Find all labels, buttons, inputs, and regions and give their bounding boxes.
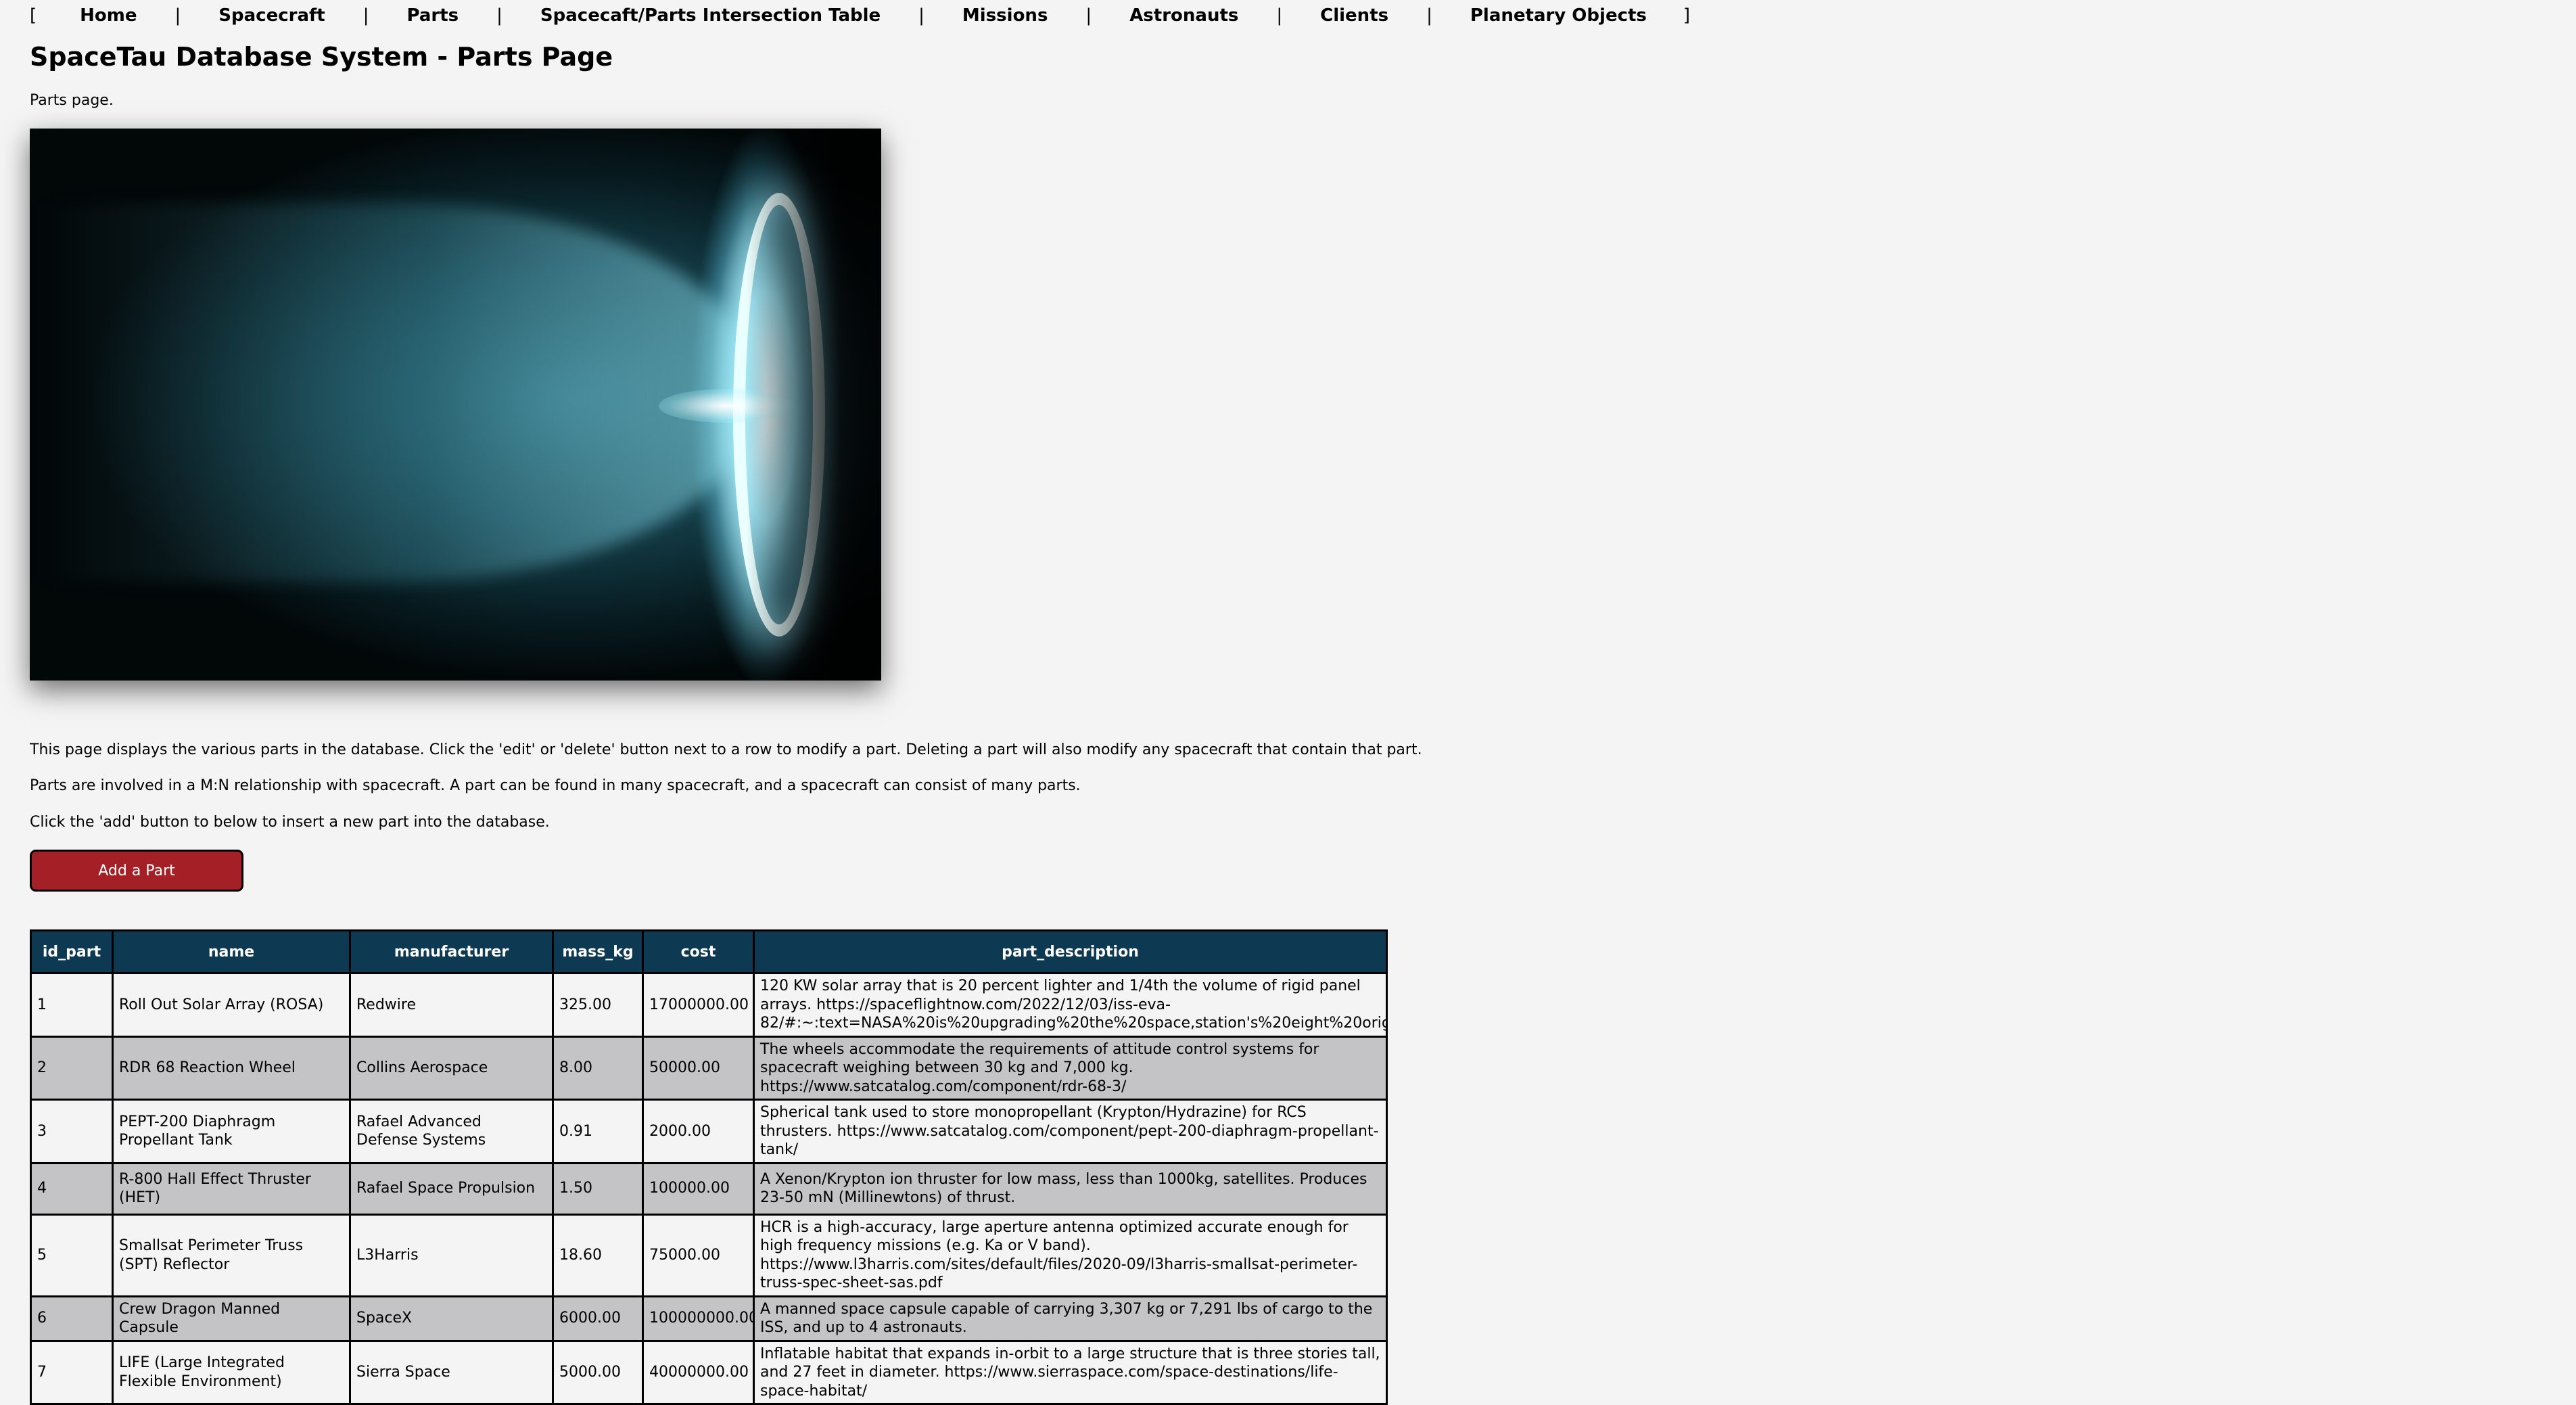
nav-separator: | <box>496 5 502 26</box>
page-description-1: This page displays the various parts in … <box>30 741 1422 758</box>
cell-part-description: HCR is a high-accuracy, large aperture a… <box>753 1213 1388 1297</box>
nav-link-spacecraft-parts[interactable]: Spacecaft/Parts Intersection Table <box>540 5 881 26</box>
column-header-cost: cost <box>642 929 755 974</box>
nav-link-parts[interactable]: Parts <box>407 5 459 26</box>
cell-mass-kg: 6000.00 <box>552 1295 644 1342</box>
cell-id-part: 2 <box>30 1035 114 1101</box>
cell-id-part: 5 <box>30 1213 114 1297</box>
cell-name: PEPT-200 Diaphragm Propellant Tank <box>112 1099 351 1164</box>
cell-part-description: Spherical tank used to store monopropell… <box>753 1099 1388 1164</box>
nav-link-spacecraft[interactable]: Spacecraft <box>218 5 325 26</box>
hero-image <box>30 129 881 681</box>
cell-name: LIFE (Large Integrated Flexible Environm… <box>112 1339 351 1405</box>
cell-part-description: The wheels accommodate the requirements … <box>753 1035 1388 1101</box>
cell-id-part: 1 <box>30 972 114 1038</box>
table-row: 7 LIFE (Large Integrated Flexible Enviro… <box>30 1339 1388 1405</box>
page-description-2: Parts are involved in a M:N relationship… <box>30 777 1081 794</box>
cell-manufacturer: Rafael Advanced Defense Systems <box>349 1099 554 1164</box>
nav-separator: | <box>1085 5 1092 26</box>
nav-separator: | <box>1276 5 1283 26</box>
cell-id-part: 4 <box>30 1161 114 1216</box>
cell-id-part: 6 <box>30 1295 114 1342</box>
column-header-name: name <box>112 929 351 974</box>
cell-manufacturer: L3Harris <box>349 1213 554 1297</box>
column-header-mass-kg: mass_kg <box>552 929 644 974</box>
cell-name: RDR 68 Reaction Wheel <box>112 1035 351 1101</box>
table-row: 6 Crew Dragon Manned Capsule SpaceX 6000… <box>30 1295 1388 1342</box>
page-title: SpaceTau Database System - Parts Page <box>30 42 613 72</box>
cell-mass-kg: 5000.00 <box>552 1339 644 1405</box>
cell-mass-kg: 1.50 <box>552 1161 644 1216</box>
nav-link-home[interactable]: Home <box>80 5 137 26</box>
table-row: 4 R-800 Hall Effect Thruster (HET) Rafae… <box>30 1161 1388 1216</box>
cell-part-description: Inflatable habitat that expands in-orbit… <box>753 1339 1388 1405</box>
nav-link-astronauts[interactable]: Astronauts <box>1129 5 1238 26</box>
nav-close-bracket: ] <box>1683 5 1691 26</box>
cell-manufacturer: SpaceX <box>349 1295 554 1342</box>
cell-cost: 75000.00 <box>642 1213 755 1297</box>
nav-separator: | <box>362 5 369 26</box>
cell-id-part: 7 <box>30 1339 114 1405</box>
cell-name: R-800 Hall Effect Thruster (HET) <box>112 1161 351 1216</box>
top-nav: [ Home | Spacecraft | Parts | Spacecaft/… <box>30 5 1690 26</box>
cell-name: Crew Dragon Manned Capsule <box>112 1295 351 1342</box>
cell-part-description: 120 KW solar array that is 20 percent li… <box>753 972 1388 1038</box>
cell-id-part: 3 <box>30 1099 114 1164</box>
cell-name: Roll Out Solar Array (ROSA) <box>112 972 351 1038</box>
nav-separator: | <box>1426 5 1432 26</box>
thruster-plume <box>30 203 760 582</box>
cell-cost: 100000.00 <box>642 1161 755 1216</box>
nav-link-clients[interactable]: Clients <box>1320 5 1388 26</box>
cell-cost: 40000000.00 <box>642 1339 755 1405</box>
cell-cost: 100000000.00 <box>642 1295 755 1342</box>
parts-table: id_part name manufacturer mass_kg cost p… <box>30 929 1388 1405</box>
add-part-button[interactable]: Add a Part <box>30 850 243 892</box>
column-header-id-part: id_part <box>30 929 114 974</box>
table-row: 5 Smallsat Perimeter Truss (SPT) Reflect… <box>30 1213 1388 1297</box>
image-shadow-edge <box>746 129 881 681</box>
page-description-3: Click the 'add' button to below to inser… <box>30 814 550 831</box>
cell-mass-kg: 0.91 <box>552 1099 644 1164</box>
page-subtitle: Parts page. <box>30 92 114 109</box>
column-header-part-description: part_description <box>753 929 1388 974</box>
cell-part-description: A manned space capsule capable of carryi… <box>753 1295 1388 1342</box>
table-row: 3 PEPT-200 Diaphragm Propellant Tank Raf… <box>30 1099 1388 1164</box>
cell-name: Smallsat Perimeter Truss (SPT) Reflector <box>112 1213 351 1297</box>
cell-cost: 17000000.00 <box>642 972 755 1038</box>
table-row: 1 Roll Out Solar Array (ROSA) Redwire 32… <box>30 972 1388 1038</box>
cell-manufacturer: Redwire <box>349 972 554 1038</box>
nav-separator: | <box>918 5 924 26</box>
cell-cost: 50000.00 <box>642 1035 755 1101</box>
cell-manufacturer: Sierra Space <box>349 1339 554 1405</box>
column-header-manufacturer: manufacturer <box>349 929 554 974</box>
cell-cost: 2000.00 <box>642 1099 755 1164</box>
cell-mass-kg: 8.00 <box>552 1035 644 1101</box>
nav-separator: | <box>174 5 181 26</box>
cell-manufacturer: Collins Aerospace <box>349 1035 554 1101</box>
cell-manufacturer: Rafael Space Propulsion <box>349 1161 554 1216</box>
cell-part-description: A Xenon/Krypton ion thruster for low mas… <box>753 1161 1388 1216</box>
table-header-row: id_part name manufacturer mass_kg cost p… <box>30 929 1388 974</box>
nav-link-missions[interactable]: Missions <box>962 5 1048 26</box>
cell-mass-kg: 18.60 <box>552 1213 644 1297</box>
nav-open-bracket: [ <box>30 5 37 26</box>
nav-link-planetary-objects[interactable]: Planetary Objects <box>1470 5 1647 26</box>
table-row: 2 RDR 68 Reaction Wheel Collins Aerospac… <box>30 1035 1388 1101</box>
cell-mass-kg: 325.00 <box>552 972 644 1038</box>
